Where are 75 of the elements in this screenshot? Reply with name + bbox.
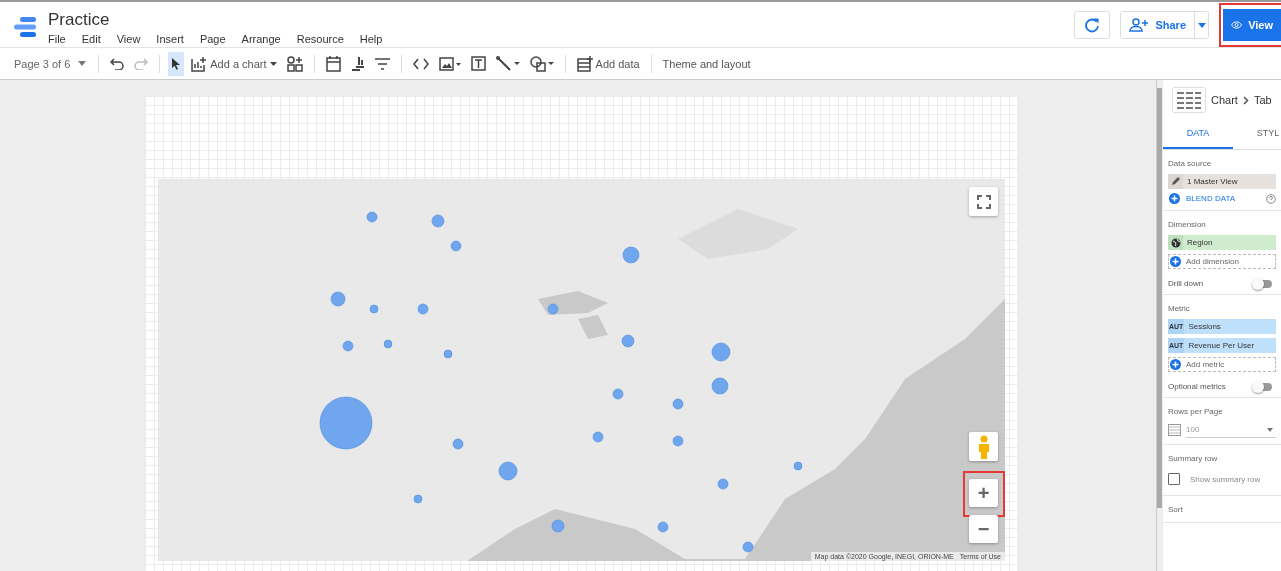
checkbox-label: Show summary row <box>1190 474 1261 484</box>
refresh-button[interactable] <box>1074 11 1111 39</box>
shape-icon <box>529 55 554 72</box>
line-icon <box>495 56 520 71</box>
refresh-icon <box>1084 17 1101 33</box>
menu-item[interactable]: Help <box>359 33 383 45</box>
menu-item[interactable]: File <box>48 33 66 45</box>
menu-item[interactable]: Resource <box>296 33 344 45</box>
caret-icon <box>1267 427 1273 432</box>
add-metric-button[interactable]: Add metric <box>1168 357 1276 372</box>
globe-icon <box>1170 237 1181 248</box>
image-icon <box>438 56 461 71</box>
menu-item[interactable]: Insert <box>156 33 184 45</box>
plus-circle-icon <box>1170 359 1181 370</box>
shapes-grid-icon <box>286 55 303 72</box>
section-heading: Summary row <box>1168 454 1219 463</box>
caret-icon <box>1197 22 1206 28</box>
section-heading: Dimension <box>1168 220 1207 229</box>
blend-data-link[interactable]: BLEND DATA <box>1186 194 1236 203</box>
report-title: Practice <box>48 10 111 30</box>
theme-tool-button[interactable]: Theme and layout <box>659 51 754 76</box>
plus-circle-icon <box>1169 193 1180 204</box>
section-heading: Data source <box>1168 159 1213 168</box>
pointer-tool-button[interactable] <box>168 51 185 76</box>
toggle-label: Drill down <box>1168 279 1204 288</box>
scrollbar-thumb[interactable] <box>1157 88 1162 508</box>
chart-tool-button[interactable]: Add a chart <box>188 51 280 76</box>
checkbox[interactable] <box>1168 473 1180 485</box>
breadcrumb-item[interactable]: Tab <box>1253 94 1272 106</box>
person-icon <box>976 434 991 459</box>
zoom-out-button[interactable]: − <box>969 515 998 543</box>
view-button[interactable]: View <box>1223 9 1281 41</box>
section-heading: Rows per Page <box>1168 407 1224 416</box>
section-heading: Sort <box>1168 505 1184 514</box>
dimension-chip[interactable]: Region <box>1168 235 1276 250</box>
logo-icon <box>14 16 38 38</box>
add-data-icon <box>576 55 593 72</box>
breadcrumb-item[interactable]: Chart <box>1211 94 1238 106</box>
add-dimension-button[interactable]: Add dimension <box>1168 254 1276 269</box>
toggle-switch[interactable] <box>1254 382 1272 391</box>
chevron-right-icon <box>1242 95 1249 105</box>
add-chart-icon <box>191 55 208 72</box>
caret-icon <box>269 61 277 66</box>
text-box-icon <box>470 56 486 71</box>
menu-item[interactable]: Arrange <box>241 33 281 45</box>
data-source-chip[interactable]: 1 Master View <box>1168 174 1276 189</box>
calendar-icon <box>325 55 341 72</box>
table-chart-icon <box>1172 87 1206 113</box>
add-person-icon <box>1129 18 1150 32</box>
sort-icon <box>350 55 365 72</box>
help-icon[interactable] <box>1266 193 1276 204</box>
caret-icon <box>78 61 87 66</box>
undo-icon <box>110 57 125 70</box>
page-selector[interactable]: Page 3 of 6 <box>14 57 87 70</box>
eye-icon <box>1231 19 1243 31</box>
section-heading: Metric <box>1168 304 1191 313</box>
zoom-in-button[interactable]: + <box>969 479 998 507</box>
toggle-switch[interactable] <box>1254 279 1272 288</box>
fullscreen-button[interactable] <box>969 187 998 216</box>
menu-item[interactable]: Page <box>199 33 226 45</box>
toggle-label: Optional metrics <box>1168 382 1226 391</box>
redo-icon <box>134 57 149 70</box>
panel-tab[interactable]: DATA <box>1163 119 1233 149</box>
pencil-icon <box>1171 177 1180 186</box>
fullscreen-icon <box>976 194 991 209</box>
code-icon <box>412 57 429 70</box>
menu-item[interactable]: View <box>116 33 141 45</box>
rows-icon <box>1168 424 1181 436</box>
panel-tab[interactable]: STYL <box>1233 119 1281 149</box>
filter-icon <box>374 57 390 70</box>
menu-item[interactable]: Edit <box>81 33 101 45</box>
data-tool-button[interactable]: Add data <box>573 51 643 76</box>
plus-circle-icon <box>1170 256 1181 267</box>
cursor-icon <box>171 57 182 70</box>
share-menu-button[interactable] <box>1194 12 1208 38</box>
